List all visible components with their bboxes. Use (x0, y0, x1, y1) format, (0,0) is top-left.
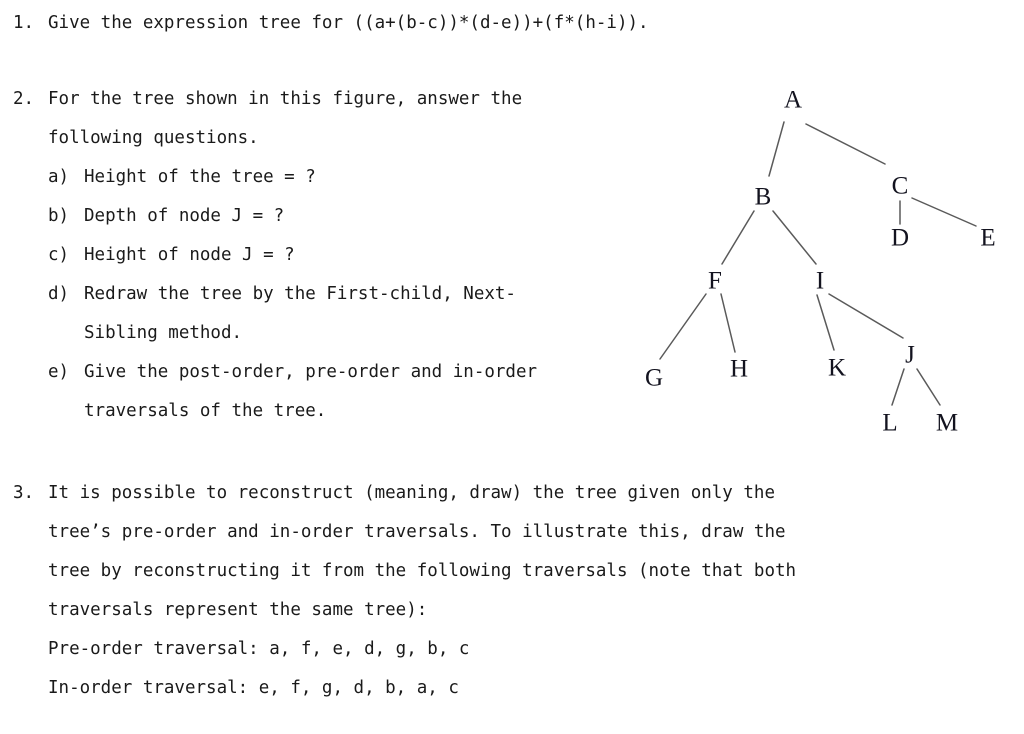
question-3-line-3: tree by reconstructing it from the follo… (48, 561, 797, 581)
tree-node-k: K (827, 354, 847, 382)
tree-edge-c-e (911, 197, 977, 227)
tree-edge-i-k (816, 294, 835, 351)
question-2d-text-1: Redraw the tree by the First-child, Next… (84, 284, 516, 304)
tree-edges-svg (659, 121, 977, 406)
question-1-marker: 1. (13, 13, 35, 33)
tree-edge-f-g (659, 293, 707, 360)
tree-edge-i-j (828, 293, 904, 339)
question-2a-marker: a) (48, 167, 70, 187)
question-2e-text-1: Give the post-order, pre-order and in-or… (84, 362, 538, 382)
tree-node-l: L (882, 409, 898, 437)
question-2c-text: Height of node J = ? (84, 245, 295, 265)
tree-edge-j-l (891, 368, 905, 406)
question-1-line-1: Give the expression tree for ((a+(b-c))*… (48, 13, 649, 33)
pre-order-traversal: Pre-order traversal: a, f, e, d, g, b, c (48, 639, 470, 659)
question-3-line-1: It is possible to reconstruct (meaning, … (48, 483, 775, 503)
tree-node-c: C (891, 172, 909, 200)
question-3-line-2: tree’s pre-order and in-order traversals… (48, 522, 786, 542)
question-2-marker: 2. (13, 89, 35, 109)
tree-diagram: A B CD E F I G H K J L M (620, 78, 1024, 448)
tree-node-e: E (980, 224, 996, 252)
question-2c-marker: c) (48, 245, 70, 265)
tree-edge-a-c (805, 123, 886, 165)
question-2d-marker: d) (48, 284, 70, 304)
tree-node-a: A (783, 86, 803, 114)
tree-edge-b-i (772, 210, 817, 265)
tree-node-f: F (708, 267, 722, 295)
tree-node-h: H (729, 355, 749, 383)
question-2e-text-2: traversals of the tree. (84, 401, 327, 421)
tree-edge-a-b (768, 121, 785, 177)
question-2b-text: Depth of node J = ? (84, 206, 285, 226)
tree-edge-f-h (720, 293, 736, 353)
question-2-line-1: For the tree shown in this figure, answe… (48, 89, 523, 109)
tree-edge-j-m (916, 368, 941, 406)
question-3-line-4: traversals represent the same tree): (48, 600, 428, 620)
tree-node-m: M (935, 409, 959, 437)
worksheet-page: 1. Give the expression tree for ((a+(b-c… (0, 0, 1024, 734)
tree-node-d: D (890, 224, 910, 252)
question-2a-text: Height of the tree = ? (84, 167, 316, 187)
question-2b-marker: b) (48, 206, 70, 226)
question-2e-marker: e) (48, 362, 70, 382)
tree-node-j: J (905, 341, 915, 369)
tree-node-b: B (754, 183, 772, 211)
question-3-marker: 3. (13, 483, 35, 503)
question-2d-text-2: Sibling method. (84, 323, 243, 343)
tree-edge-b-f (721, 210, 755, 265)
question-2-line-2: following questions. (48, 128, 259, 148)
tree-node-g: G (644, 364, 664, 392)
tree-node-i: I (815, 267, 825, 295)
in-order-traversal: In-order traversal: e, f, g, d, b, a, c (48, 678, 459, 698)
